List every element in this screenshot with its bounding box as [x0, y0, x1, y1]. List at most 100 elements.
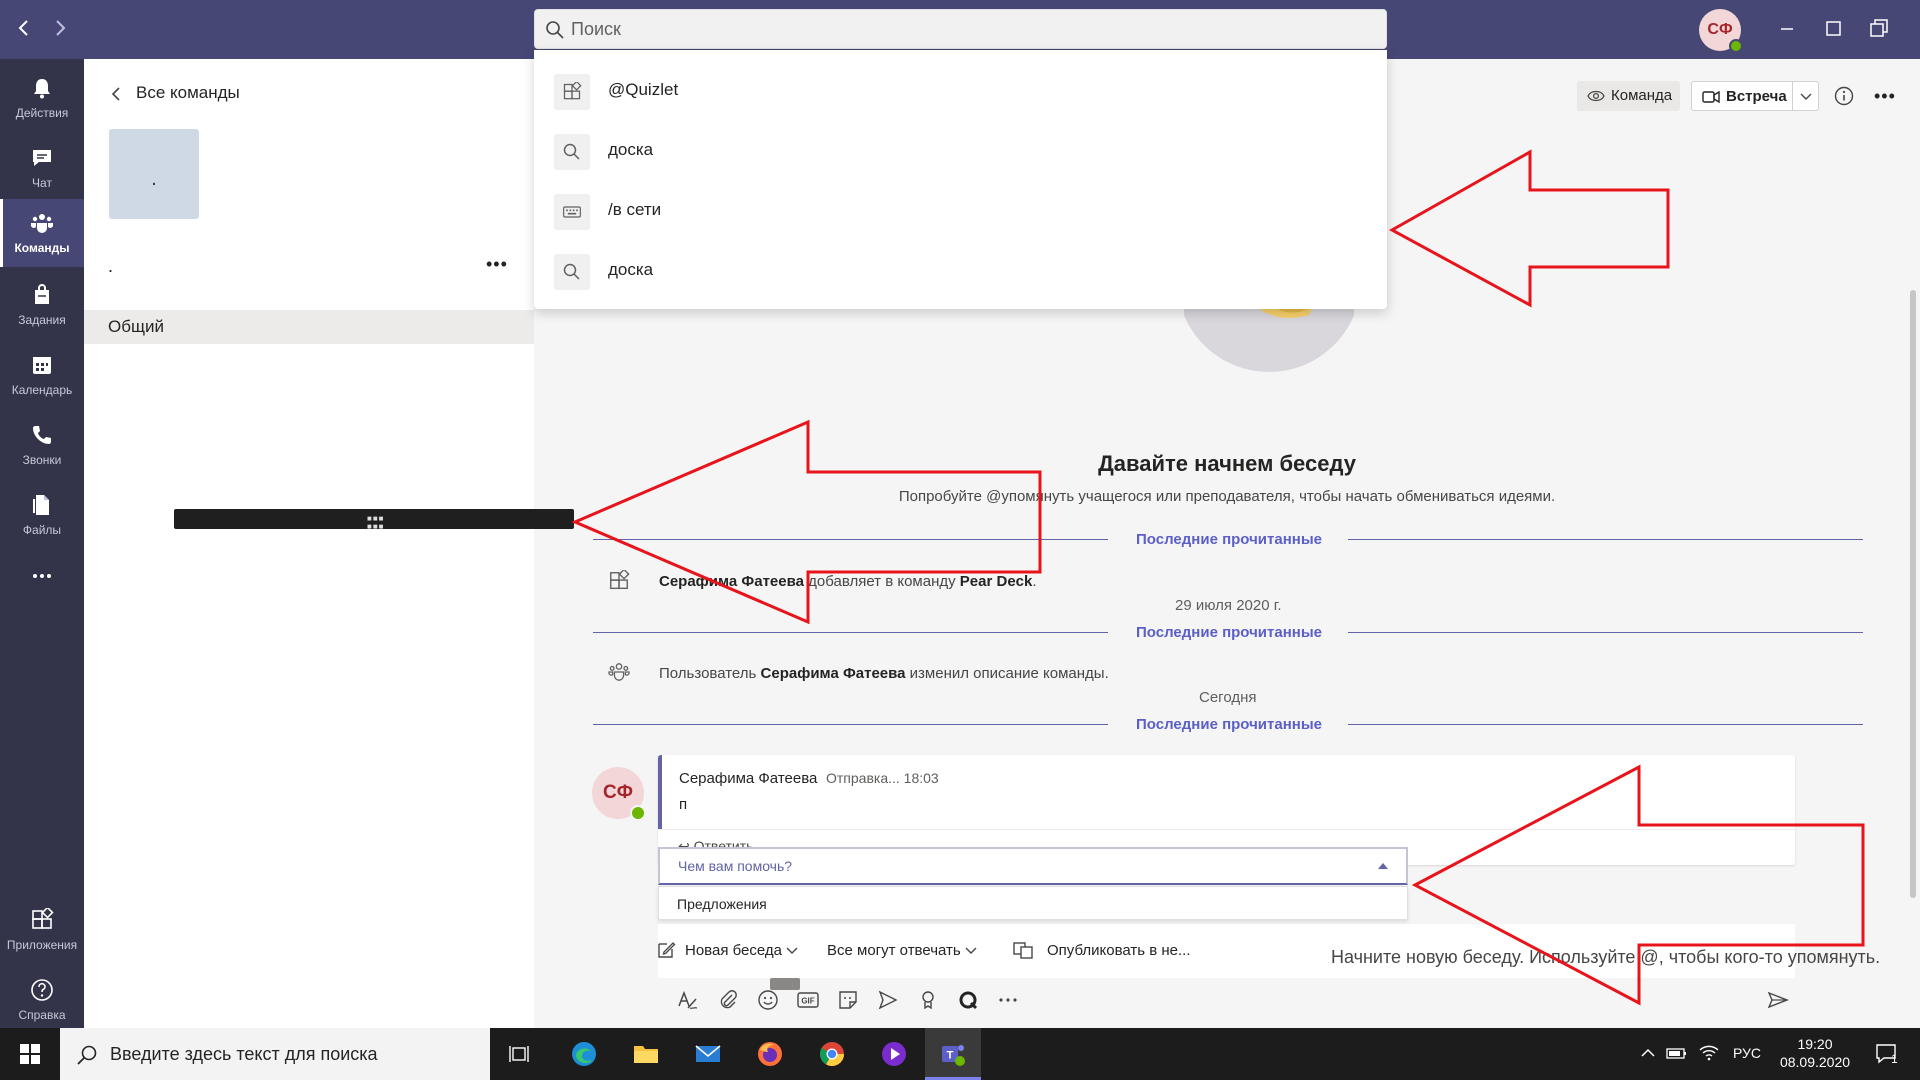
meet-label: Встреча — [1726, 88, 1787, 105]
team-avatar-text: . — [151, 168, 157, 190]
all-teams-label: Все команды — [136, 83, 240, 102]
appbar-item-files[interactable]: Файлы — [0, 481, 84, 549]
search-suggestion-item[interactable]: доска — [534, 120, 1387, 180]
chevron-down-icon — [965, 947, 977, 954]
phone-icon — [33, 426, 51, 444]
appbar-item-help[interactable]: Справка — [0, 966, 84, 1034]
teams-icon — [31, 214, 53, 233]
meet-now-icon[interactable] — [876, 988, 900, 1012]
format-icon[interactable] — [676, 988, 700, 1012]
post-author-name[interactable]: Серафима Фатеева — [679, 770, 817, 787]
restore-window-icon[interactable] — [1864, 14, 1894, 44]
search-suggestion-label: @Quizlet — [608, 80, 679, 99]
search-icon — [77, 1045, 97, 1065]
search-suggestion-item[interactable]: доска — [534, 240, 1387, 300]
appbar-item-calls[interactable]: Звонки — [0, 411, 84, 479]
welcome-title: Давайте начнем беседу — [1098, 451, 1356, 476]
team-view-button[interactable]: Команда — [1577, 81, 1680, 111]
appbar-item-activity[interactable]: Действия — [0, 64, 84, 132]
more-options-icon[interactable] — [996, 988, 1020, 1012]
keyboard-language[interactable]: РУС — [1733, 1045, 1761, 1061]
forward-nav-icon[interactable] — [46, 14, 74, 42]
search-suggestion-item[interactable]: /в сети — [534, 180, 1387, 240]
maximize-window-icon[interactable] — [1818, 14, 1848, 44]
compose-icon — [658, 942, 676, 958]
drag-handle-bar[interactable]: ■■■ ■■■ — [174, 509, 574, 531]
calendar-icon — [33, 357, 51, 374]
battery-icon[interactable] — [1666, 1044, 1688, 1062]
mail-icon[interactable] — [680, 1028, 736, 1080]
assistant-suggestions[interactable]: Предложения — [658, 886, 1408, 920]
gif-icon[interactable]: GIF — [796, 988, 820, 1012]
show-hidden-icons-icon[interactable] — [1640, 1046, 1656, 1060]
edge-icon[interactable] — [556, 1028, 612, 1080]
windows-start-icon[interactable] — [0, 1028, 60, 1080]
taskbar-search-box[interactable]: Введите здесь текст для поиска — [60, 1028, 490, 1080]
assistant-prompt: Чем вам помочь? — [678, 858, 793, 874]
appbar-item-calendar[interactable]: Календарь — [0, 341, 84, 409]
windows-taskbar: Введите здесь текст для поиска T РУС 19:… — [0, 1028, 1920, 1080]
action-center-icon[interactable]: 1 — [1875, 1042, 1901, 1066]
back-nav-icon[interactable] — [10, 14, 38, 42]
appbar-label: Приложения — [6, 938, 78, 952]
appbar-label: Звонки — [22, 453, 62, 467]
caret-up-icon — [1378, 863, 1388, 869]
appbar-label: Задания — [18, 313, 66, 327]
assignments-icon — [35, 284, 49, 304]
profile-avatar[interactable]: СФ — [1699, 9, 1743, 53]
compose-placeholder[interactable]: Начните новую беседу. Используйте @, что… — [1331, 947, 1880, 968]
search-box[interactable] — [534, 9, 1387, 49]
divider-line — [1348, 539, 1863, 540]
app-bar: Действия Чат Команды Задания Календарь З… — [0, 59, 84, 1028]
assistant-input[interactable]: Чем вам помочь? — [658, 847, 1408, 885]
attach-icon[interactable] — [716, 988, 740, 1012]
task-view-icon[interactable] — [492, 1028, 548, 1080]
more-icon — [33, 574, 51, 578]
wifi-icon[interactable] — [1698, 1042, 1720, 1062]
channel-label: Общий — [108, 317, 164, 336]
appbar-item-apps[interactable]: Приложения — [0, 896, 84, 964]
last-read-label: Последние прочитанные — [1136, 531, 1322, 548]
divider-line — [1348, 632, 1863, 633]
search-suggestion-item[interactable]: @Quizlet — [534, 60, 1387, 120]
eye-icon — [1587, 90, 1605, 102]
send-icon[interactable] — [1766, 988, 1790, 1012]
info-icon[interactable] — [1834, 86, 1854, 106]
post-author-avatar[interactable]: СФ — [592, 767, 646, 821]
channel-item-general[interactable]: Общий — [84, 310, 534, 344]
search-suggestions-dropdown: @Quizlet доска /в сети доска — [534, 50, 1387, 309]
chrome-icon[interactable] — [804, 1028, 860, 1080]
help-icon — [31, 979, 53, 1001]
appbar-label: Чат — [32, 176, 52, 190]
date-separator: 29 июля 2020 г. — [1175, 597, 1282, 614]
avatar-initials: СФ — [603, 782, 633, 803]
media-player-icon[interactable] — [866, 1028, 922, 1080]
clock[interactable]: 19:20 08.09.2020 — [1770, 1035, 1860, 1071]
post-body-text: п — [679, 796, 688, 813]
appbar-more-button[interactable] — [0, 556, 84, 596]
firefox-icon[interactable] — [742, 1028, 798, 1080]
minimize-window-icon[interactable] — [1772, 14, 1802, 44]
apps-icon — [608, 570, 630, 592]
quizlet-icon[interactable] — [956, 988, 980, 1012]
praise-icon[interactable] — [916, 988, 940, 1012]
teams-taskbar-icon[interactable]: T — [925, 1028, 981, 1080]
scrollbar[interactable] — [1910, 290, 1916, 898]
appbar-item-assignments[interactable]: Задания — [0, 271, 84, 339]
assistant-suggestion-label: Предложения — [677, 896, 767, 912]
search-icon — [563, 143, 580, 160]
team-members-icon — [608, 662, 630, 682]
sticker-icon[interactable] — [836, 988, 860, 1012]
divider-line — [1348, 724, 1863, 725]
taskbar-search-placeholder: Введите здесь текст для поиска — [110, 1044, 378, 1064]
appbar-item-teams[interactable]: Команды — [0, 199, 84, 267]
emoji-icon[interactable] — [756, 988, 780, 1012]
file-explorer-icon[interactable] — [618, 1028, 674, 1080]
team-more-options-icon[interactable]: ••• — [486, 254, 508, 275]
search-input[interactable] — [571, 14, 1361, 44]
meet-button[interactable]: Встреча — [1691, 81, 1819, 111]
chevron-down-icon[interactable] — [1800, 93, 1812, 101]
appbar-item-chat[interactable]: Чат — [0, 134, 84, 202]
presence-available-icon — [630, 805, 646, 821]
channel-more-options-icon[interactable]: ••• — [1874, 86, 1896, 107]
